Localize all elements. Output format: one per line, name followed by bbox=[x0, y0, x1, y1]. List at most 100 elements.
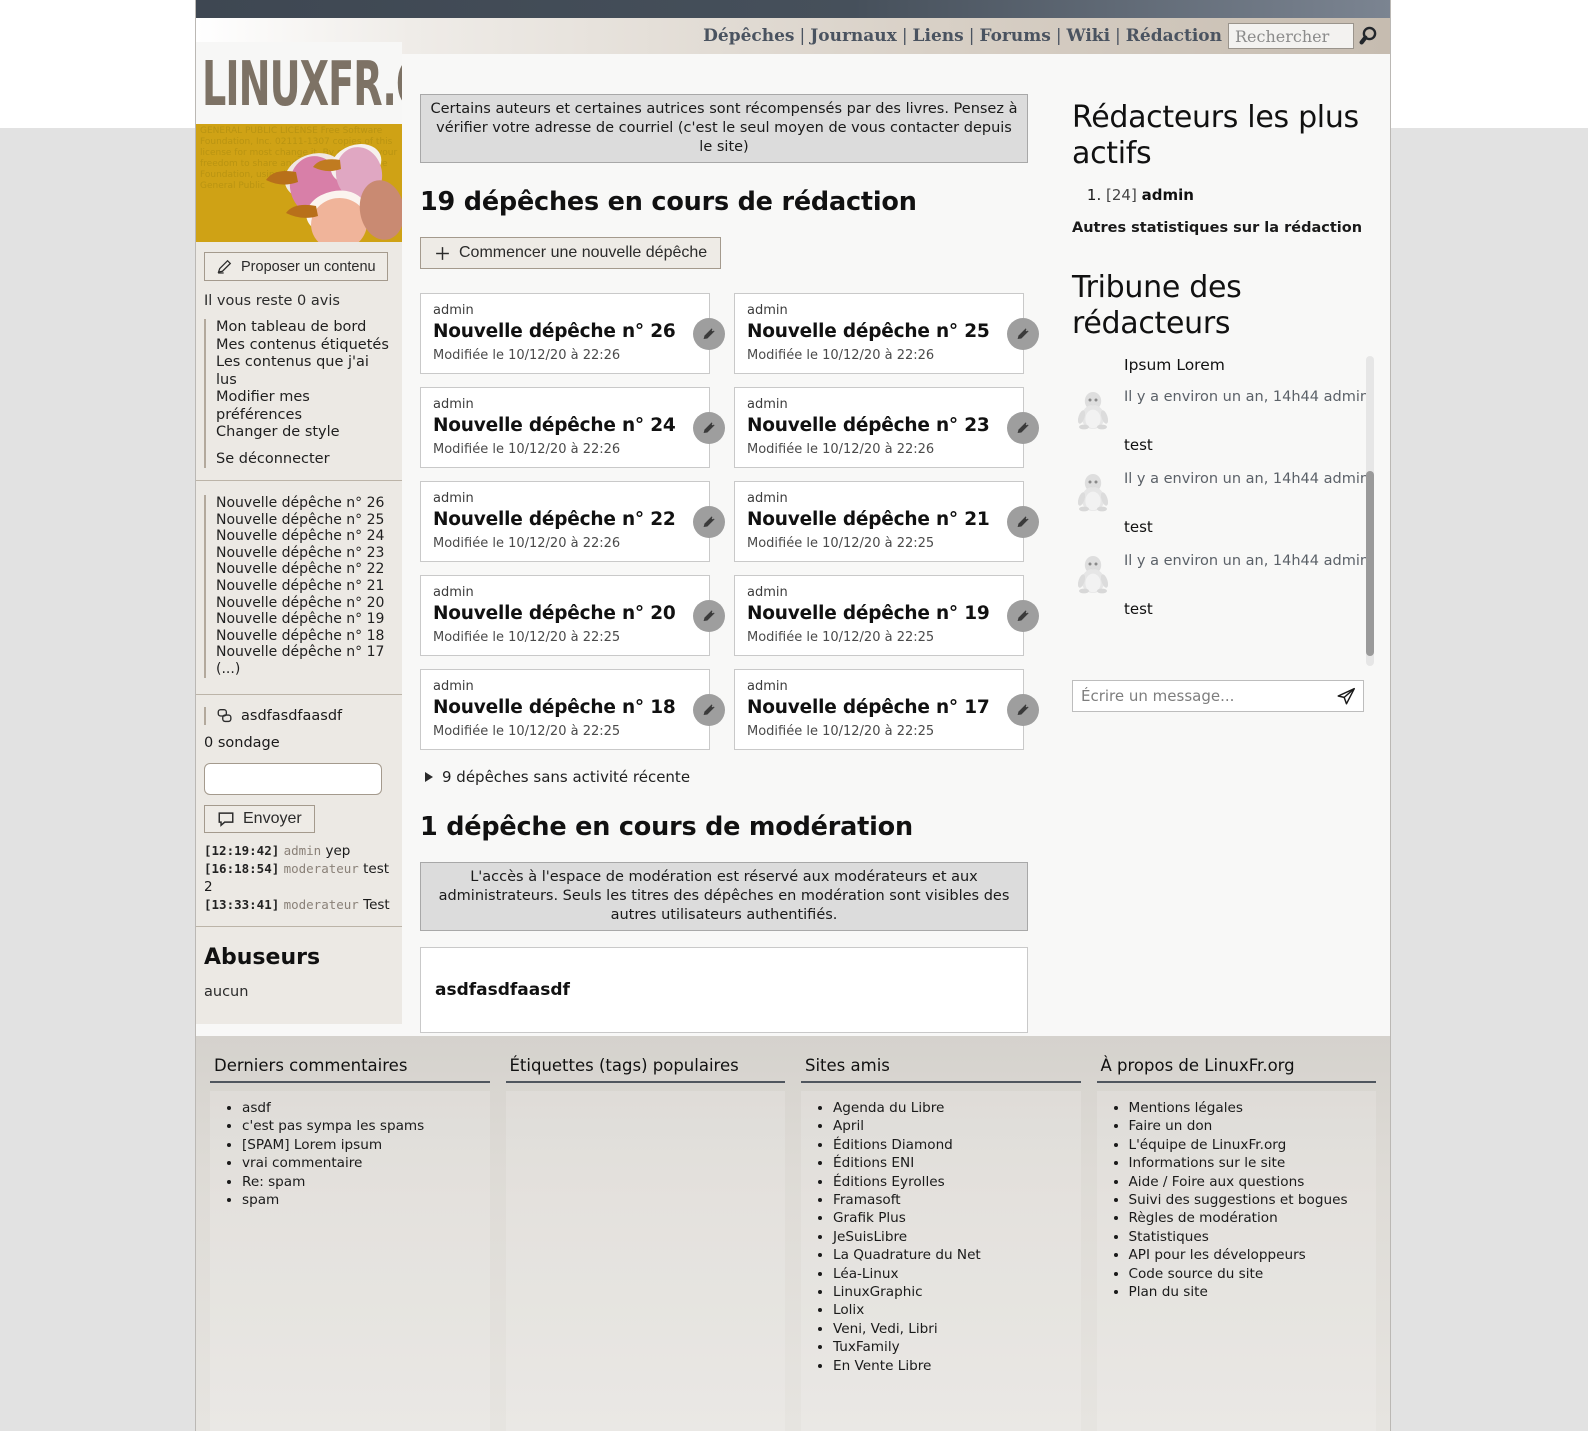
card-edit-button[interactable] bbox=[1007, 411, 1039, 444]
card-edit-button[interactable] bbox=[693, 411, 725, 444]
card-edit-button[interactable] bbox=[693, 693, 725, 726]
depeche-card[interactable]: admin Nouvelle dépêche n° 18 Modifiée le 1… bbox=[420, 669, 725, 750]
footer-link[interactable]: API pour les développeurs bbox=[1129, 1246, 1377, 1264]
collapse-inactive-toggle[interactable]: 9 dépêches sans activité récente bbox=[425, 768, 1028, 786]
sidebar-user-link[interactable]: Modifier mes préférences bbox=[216, 389, 392, 424]
sidebar-redaction-item[interactable]: Nouvelle dépêche n° 18 bbox=[216, 628, 392, 645]
footer-link[interactable]: Règles de modération bbox=[1129, 1209, 1377, 1227]
depeche-card[interactable]: admin Nouvelle dépêche n° 23 Modifiée le 1… bbox=[734, 387, 1039, 468]
tribune-message-input[interactable] bbox=[1073, 683, 1329, 709]
pencil-icon bbox=[1017, 703, 1029, 715]
redaction-stats-link[interactable]: Autres statistiques sur la rédaction bbox=[1072, 220, 1374, 236]
sidebar-redaction-item[interactable]: Nouvelle dépêche n° 24 bbox=[216, 528, 392, 545]
card-edit-button[interactable] bbox=[1007, 693, 1039, 726]
footer-link[interactable]: Veni, Vedi, Libri bbox=[833, 1320, 1081, 1338]
footer-link[interactable]: Faire un don bbox=[1129, 1117, 1377, 1135]
site-logo[interactable]: LINUXFR.ORG GENERAL PUBLIC LICENSE Free … bbox=[196, 42, 402, 242]
card-edit-button[interactable] bbox=[693, 317, 725, 350]
tribune-message: Il y a environ un an, 14h44 admin test bbox=[1072, 552, 1374, 618]
sidebar-redaction-item[interactable]: Nouvelle dépêche n° 22 bbox=[216, 561, 392, 578]
sidebar-user-link[interactable]: Les contenus que j'ai lus bbox=[216, 354, 392, 389]
poll-row[interactable]: asdfasdfaasdf bbox=[204, 706, 392, 725]
sidebar-redaction-item[interactable]: Nouvelle dépêche n° 21 bbox=[216, 578, 392, 595]
sidebar-section-redaction: Rédaction Nouvelle dépêche n° 26Nouvelle… bbox=[196, 481, 402, 695]
card-edit-button[interactable] bbox=[693, 599, 725, 632]
card-edit-button[interactable] bbox=[693, 505, 725, 538]
footer-link[interactable]: En Vente Libre bbox=[833, 1357, 1081, 1375]
footer-link[interactable]: Éditions Diamond bbox=[833, 1136, 1081, 1154]
footer-link[interactable]: Statistiques bbox=[1129, 1228, 1377, 1246]
footer-column: À propos de LinuxFr.org Mentions légalesF… bbox=[1096, 1050, 1377, 1431]
footer-link[interactable]: vrai commentaire bbox=[242, 1154, 490, 1172]
depeche-card[interactable]: admin Nouvelle dépêche n° 22 Modifiée le 1… bbox=[420, 481, 725, 562]
sidebar-user-link[interactable]: Mon tableau de bord bbox=[216, 319, 392, 337]
footer-link[interactable]: L'équipe de LinuxFr.org bbox=[1129, 1136, 1377, 1154]
top-writer-item[interactable]: [24] admin bbox=[1106, 184, 1374, 206]
sidebar-user-link[interactable]: Changer de style bbox=[216, 424, 392, 442]
card-edit-button[interactable] bbox=[1007, 599, 1039, 632]
sidebar-redaction-item[interactable]: (...) bbox=[216, 661, 392, 678]
depeche-card[interactable]: admin Nouvelle dépêche n° 17 Modifiée le 1… bbox=[734, 669, 1039, 750]
tribune-send-button[interactable] bbox=[1329, 682, 1363, 710]
footer-link[interactable]: Plan du site bbox=[1129, 1283, 1377, 1301]
footer-link[interactable]: Éditions ENI bbox=[833, 1154, 1081, 1172]
footer-link[interactable]: Agenda du Libre bbox=[833, 1099, 1081, 1117]
footer-link[interactable]: [SPAM] Lorem ipsum bbox=[242, 1136, 490, 1154]
footer-link[interactable]: TuxFamily bbox=[833, 1338, 1081, 1356]
nav-link-liens[interactable]: Liens bbox=[913, 26, 964, 46]
sidebar-redaction-item[interactable]: Nouvelle dépêche n° 17 bbox=[216, 644, 392, 661]
depeche-card[interactable]: admin Nouvelle dépêche n° 24 Modifiée le 1… bbox=[420, 387, 725, 468]
search-input[interactable] bbox=[1228, 23, 1354, 49]
tribune-scrollbar-thumb[interactable] bbox=[1366, 471, 1374, 656]
sidebar-user-link[interactable]: Mes contenus étiquetés bbox=[216, 337, 392, 355]
footer-link[interactable]: asdf bbox=[242, 1099, 490, 1117]
moderation-message-input[interactable] bbox=[204, 762, 382, 795]
footer-link[interactable]: Léa-Linux bbox=[833, 1265, 1081, 1283]
footer-link[interactable]: April bbox=[833, 1117, 1081, 1135]
nav-link-dpches[interactable]: Dépêches bbox=[703, 26, 794, 46]
footer-link[interactable]: Framasoft bbox=[833, 1191, 1081, 1209]
poll-title: asdfasdfaasdf bbox=[241, 707, 343, 724]
footer-link[interactable]: Grafik Plus bbox=[833, 1209, 1081, 1227]
avatar bbox=[1072, 470, 1114, 512]
nav-link-wiki[interactable]: Wiki bbox=[1067, 26, 1111, 46]
footer-link[interactable]: La Quadrature du Net bbox=[833, 1246, 1081, 1264]
propose-content-button[interactable]: Proposer un contenu bbox=[204, 252, 388, 281]
nav-link-journaux[interactable]: Journaux bbox=[810, 26, 897, 46]
depeche-card[interactable]: admin Nouvelle dépêche n° 20 Modifiée le 1… bbox=[420, 575, 725, 656]
depeche-card[interactable]: admin Nouvelle dépêche n° 21 Modifiée le 1… bbox=[734, 481, 1039, 562]
sidebar-redaction-item[interactable]: Nouvelle dépêche n° 20 bbox=[216, 595, 392, 612]
sidebar-redaction-item[interactable]: Nouvelle dépêche n° 26 bbox=[216, 495, 392, 512]
sidebar-redaction-item[interactable]: Nouvelle dépêche n° 19 bbox=[216, 611, 392, 628]
card-edit-button[interactable] bbox=[1007, 317, 1039, 350]
search-button[interactable] bbox=[1354, 21, 1388, 51]
send-moderation-button[interactable]: Envoyer bbox=[204, 804, 315, 833]
footer-link[interactable]: spam bbox=[242, 1191, 490, 1209]
new-depeche-button[interactable]: Commencer une nouvelle dépêche bbox=[420, 237, 722, 269]
footer-link[interactable]: Informations sur le site bbox=[1129, 1154, 1377, 1172]
footer-column-body: Agenda du LibreAprilÉditions DiamondÉdit… bbox=[801, 1091, 1081, 1431]
footer-link[interactable]: Mentions légales bbox=[1129, 1099, 1377, 1117]
nav-link-rdaction[interactable]: Rédaction bbox=[1126, 26, 1222, 46]
depeche-card[interactable]: admin Nouvelle dépêche n° 26 Modifiée le 1… bbox=[420, 293, 725, 374]
footer-link[interactable]: Aide / Foire aux questions bbox=[1129, 1173, 1377, 1191]
logout-link[interactable]: Se déconnecter bbox=[216, 451, 392, 469]
nav-link-forums[interactable]: Forums bbox=[979, 26, 1050, 46]
depeche-card[interactable]: admin Nouvelle dépêche n° 25 Modifiée le 1… bbox=[734, 293, 1039, 374]
tribune-subtitle: Ipsum Lorem bbox=[1124, 356, 1225, 374]
card-edit-button[interactable] bbox=[1007, 505, 1039, 538]
footer-link[interactable]: Code source du site bbox=[1129, 1265, 1377, 1283]
moderation-item-card[interactable]: asdfasdfaasdf bbox=[420, 947, 1028, 1033]
depeche-card[interactable]: admin Nouvelle dépêche n° 19 Modifiée le 1… bbox=[734, 575, 1039, 656]
footer-link[interactable]: JeSuisLibre bbox=[833, 1228, 1081, 1246]
footer-link[interactable]: LinuxGraphic bbox=[833, 1283, 1081, 1301]
site-notice: Certains auteurs et certaines autrices s… bbox=[420, 94, 1028, 163]
sidebar-redaction-item[interactable]: Nouvelle dépêche n° 23 bbox=[216, 545, 392, 562]
tribune-scrollbar-track[interactable] bbox=[1366, 356, 1374, 666]
sidebar-redaction-item[interactable]: Nouvelle dépêche n° 25 bbox=[216, 512, 392, 529]
footer-link[interactable]: c'est pas sympa les spams bbox=[242, 1117, 490, 1135]
footer-link[interactable]: Suivi des suggestions et bogues bbox=[1129, 1191, 1377, 1209]
footer-link[interactable]: Lolix bbox=[833, 1301, 1081, 1319]
footer-link[interactable]: Re: spam bbox=[242, 1173, 490, 1191]
footer-link[interactable]: Éditions Eyrolles bbox=[833, 1173, 1081, 1191]
